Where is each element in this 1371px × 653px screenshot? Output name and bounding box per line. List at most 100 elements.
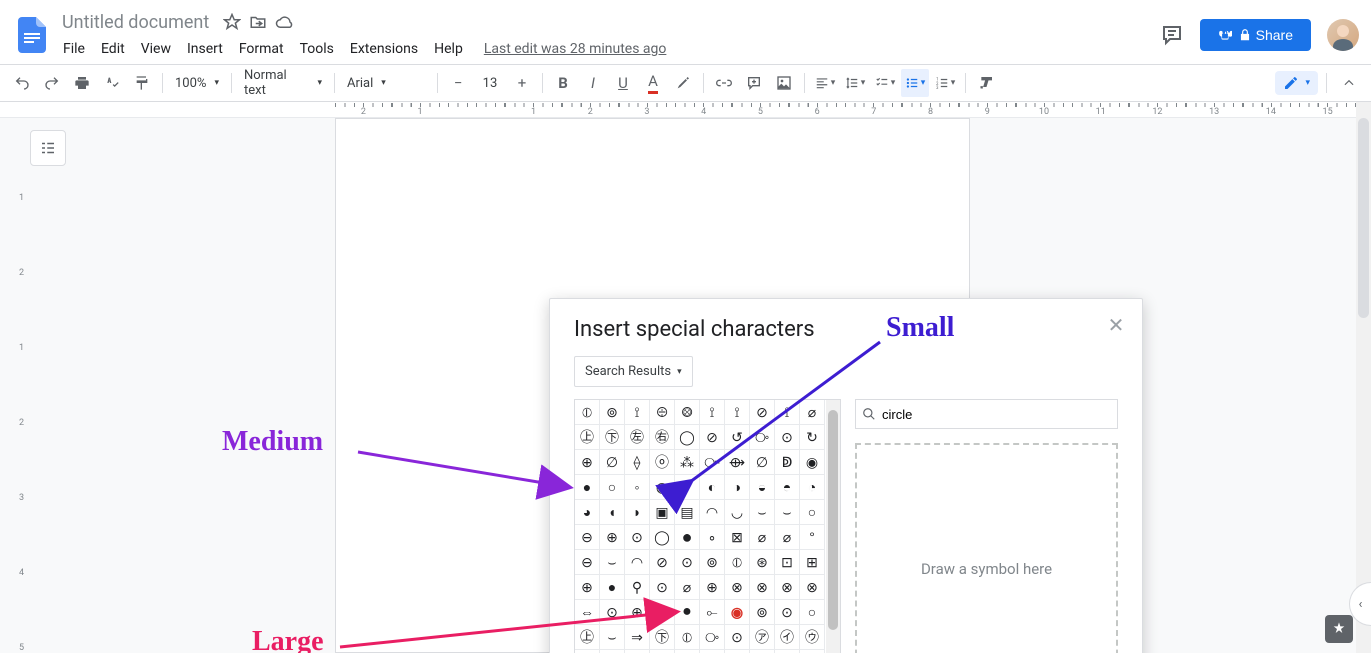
char-cell[interactable]: ⌣ [600, 550, 625, 575]
char-cell[interactable]: ⊕ [575, 450, 600, 475]
char-cell[interactable]: ㊦ [600, 425, 625, 450]
char-cell[interactable]: ⊚ [600, 400, 625, 425]
char-cell[interactable]: ⧂ [700, 625, 725, 650]
underline-button[interactable]: U [609, 69, 637, 97]
font-size-input[interactable]: 13 [474, 75, 506, 92]
insert-link-button[interactable] [710, 69, 738, 97]
redo-button[interactable] [38, 69, 66, 97]
char-cell[interactable]: ◗ [625, 500, 650, 525]
char-cell[interactable]: ⧂ [750, 425, 775, 450]
search-input[interactable] [882, 407, 1111, 422]
menu-extensions[interactable]: Extensions [343, 37, 425, 61]
char-cell[interactable]: ● [600, 575, 625, 600]
grid-scrollbar-thumb[interactable] [828, 410, 838, 630]
char-cell[interactable]: ⊙ [775, 425, 800, 450]
char-cell[interactable]: ↁ [775, 450, 800, 475]
bold-button[interactable]: B [549, 69, 577, 97]
font-size-increase[interactable]: + [508, 69, 536, 97]
char-cell[interactable]: ㊦ [650, 625, 675, 650]
char-cell[interactable]: ∘ [700, 525, 725, 550]
menu-file[interactable]: File [56, 37, 92, 61]
char-cell[interactable]: ◡ [725, 500, 750, 525]
char-cell[interactable]: ⊗ [750, 575, 775, 600]
char-cell[interactable]: • [675, 475, 700, 500]
menu-edit[interactable]: Edit [94, 37, 132, 61]
vertical-ruler[interactable]: 12123456789 [0, 118, 28, 653]
char-cell[interactable]: ⊙ [675, 550, 700, 575]
bulleted-list-button[interactable] [901, 69, 929, 97]
char-cell[interactable]: ○ [600, 475, 625, 500]
char-cell[interactable]: ⌀ [775, 525, 800, 550]
char-cell[interactable]: ⊚ [750, 600, 775, 625]
line-spacing-button[interactable] [841, 69, 869, 97]
star-icon[interactable] [223, 13, 241, 31]
clear-formatting-button[interactable] [972, 69, 1000, 97]
vertical-scrollbar-track[interactable] [1356, 102, 1371, 653]
zoom-select[interactable]: 100% [169, 71, 225, 95]
insert-image-button[interactable] [770, 69, 798, 97]
char-cell[interactable]: ◔ [800, 475, 825, 500]
add-comment-button[interactable] [740, 69, 768, 97]
align-button[interactable] [811, 69, 839, 97]
char-cell[interactable]: ● [675, 525, 700, 550]
char-cell[interactable]: ⌀ [675, 575, 700, 600]
char-cell[interactable]: ⟜ [700, 600, 725, 625]
char-cell[interactable]: ◯ [650, 525, 675, 550]
share-button[interactable]: Share [1200, 19, 1311, 51]
style-select[interactable]: Normal text [238, 71, 328, 95]
char-cell[interactable]: ⁂ [675, 450, 700, 475]
char-cell[interactable]: ⟟ [625, 400, 650, 425]
char-cell[interactable]: ⟟ [775, 400, 800, 425]
hide-menus-button[interactable] [1335, 69, 1363, 97]
menu-insert[interactable]: Insert [180, 37, 230, 61]
category-select[interactable]: Search Results [574, 356, 693, 387]
char-cell[interactable]: ⊛ [750, 550, 775, 575]
explore-button[interactable] [1325, 615, 1353, 643]
grid-scrollbar-track[interactable] [826, 400, 840, 653]
char-cell[interactable]: ⦶ [725, 550, 750, 575]
char-cell[interactable]: ◓ [775, 475, 800, 500]
char-cell[interactable]: ◐ [700, 475, 725, 500]
cloud-status-icon[interactable] [275, 13, 293, 31]
char-cell[interactable]: ㊧ [625, 425, 650, 450]
menu-help[interactable]: Help [427, 37, 470, 61]
char-cell[interactable]: ㊨ [650, 425, 675, 450]
editing-mode-button[interactable]: ▾ [1275, 71, 1318, 95]
font-size-decrease[interactable]: − [444, 69, 472, 97]
highlight-button[interactable] [669, 69, 697, 97]
char-cell[interactable]: ↻ [800, 425, 825, 450]
numbered-list-button[interactable]: 123 [931, 69, 959, 97]
char-cell[interactable]: ⊠ [725, 525, 750, 550]
close-icon[interactable]: ✕ [1104, 313, 1128, 337]
char-cell[interactable]: ● [650, 600, 675, 625]
char-cell[interactable]: ⊕ [700, 575, 725, 600]
char-cell[interactable]: ㋐ [750, 625, 775, 650]
move-icon[interactable] [249, 13, 267, 31]
char-cell[interactable]: ⊙ [650, 575, 675, 600]
menu-view[interactable]: View [134, 37, 178, 61]
char-cell[interactable]: ∅ [750, 450, 775, 475]
char-cell[interactable]: ⊚ [700, 550, 725, 575]
char-cell[interactable]: ⚲ [625, 575, 650, 600]
char-cell[interactable]: ⌀ [750, 525, 775, 550]
char-cell[interactable]: ㋒ [800, 625, 825, 650]
char-cell[interactable]: ⊘ [650, 550, 675, 575]
comments-icon[interactable] [1160, 23, 1184, 47]
undo-button[interactable] [8, 69, 36, 97]
char-cell[interactable]: ⊞ [800, 550, 825, 575]
text-color-button[interactable]: A [639, 69, 667, 97]
char-cell[interactable]: ⟟ [725, 400, 750, 425]
print-button[interactable] [68, 69, 96, 97]
char-cell[interactable]: ⌀ [800, 400, 825, 425]
char-cell[interactable]: ◯ [675, 425, 700, 450]
horizontal-ruler[interactable]: 21123456789101112131415 [0, 102, 1356, 118]
char-cell[interactable]: ⊘ [750, 400, 775, 425]
char-cell[interactable]: ↺ [725, 425, 750, 450]
menu-tools[interactable]: Tools [293, 37, 341, 61]
char-cell[interactable]: ⊗ [775, 575, 800, 600]
char-cell[interactable]: ⊙ [625, 525, 650, 550]
char-cell[interactable]: ◍ [650, 475, 675, 500]
char-cell[interactable]: ⦶ [575, 400, 600, 425]
char-cell[interactable]: ⊙ [775, 600, 800, 625]
char-cell[interactable]: ▤ [675, 500, 700, 525]
